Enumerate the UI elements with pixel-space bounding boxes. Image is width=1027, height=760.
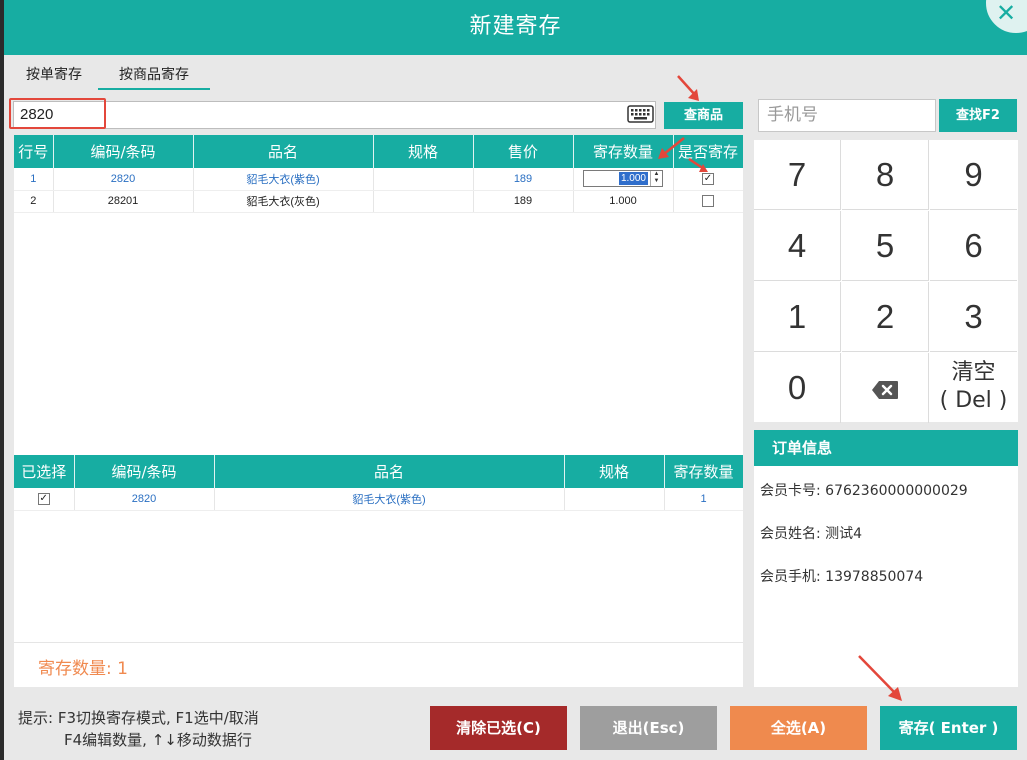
cell-line: 1 xyxy=(14,168,54,191)
dialog-title: 新建寄存 xyxy=(469,14,562,39)
deposit-button[interactable]: 寄存( Enter ) xyxy=(880,706,1017,750)
key-8[interactable]: 8 xyxy=(842,140,929,210)
phone-input[interactable]: 手机号 xyxy=(758,99,936,132)
cell-line: 2 xyxy=(14,190,54,213)
cell-spec xyxy=(564,488,665,511)
key-7[interactable]: 7 xyxy=(754,140,841,210)
cell-code: 2820 xyxy=(74,488,215,511)
deposit-checkbox[interactable]: ✓ xyxy=(702,172,714,185)
cell-name: 貂毛大衣(紫色) xyxy=(193,168,374,191)
member-phone: 会员手机: 13978850074 xyxy=(760,569,924,585)
cell-qty: 1.000 ▲ ▼ xyxy=(573,168,674,191)
query-product-button[interactable]: 查商品 xyxy=(664,102,743,129)
clear-key-label: 清空 xyxy=(951,360,996,385)
key-2[interactable]: 2 xyxy=(842,282,929,352)
key-1[interactable]: 1 xyxy=(754,282,841,352)
close-icon: ✕ xyxy=(996,0,1017,27)
cell-code: 2820 xyxy=(53,168,194,191)
cell-code: 28201 xyxy=(53,190,194,213)
tab-by-product[interactable]: 按商品寄存 xyxy=(98,62,210,90)
backspace-icon xyxy=(872,381,898,400)
product-table: 行号 编码/条码 品名 规格 售价 寄存数量 是否寄存 1 2820 貂毛大衣(… xyxy=(14,135,743,213)
qty-stepper[interactable]: 1.000 ▲ ▼ xyxy=(583,170,663,188)
deposit-total-bar: 寄存数量: 1 xyxy=(14,642,743,687)
deposit-dialog: 新建寄存 ✕ 按单寄存 按商品寄存 2820 查商品 行号 编码/条码 品名 规… xyxy=(4,0,1027,760)
hint-line-1: 提示: F3切换寄存模式, F1选中/取消 xyxy=(18,709,259,727)
order-info-title: 订单信息 xyxy=(754,430,1018,466)
col-qty: 寄存数量 xyxy=(573,135,674,168)
key-6[interactable]: 6 xyxy=(930,211,1017,281)
cell-name: 貂毛大衣(灰色) xyxy=(193,190,374,213)
cell-name: 貂毛大衣(紫色) xyxy=(214,488,565,511)
key-5[interactable]: 5 xyxy=(842,211,929,281)
select-all-button[interactable]: 全选(A) xyxy=(730,706,867,750)
product-search-input[interactable]: 2820 xyxy=(13,101,656,129)
col-name: 品名 xyxy=(193,135,374,168)
spin-arrows-icon[interactable]: ▲ ▼ xyxy=(650,171,662,187)
table-row[interactable]: 2 28201 貂毛大衣(灰色) 189 1.000 xyxy=(14,190,743,213)
annotation-arrow-icon xyxy=(677,75,699,101)
cell-qty[interactable]: 1.000 xyxy=(573,190,674,213)
col-code: 编码/条码 xyxy=(53,135,194,168)
cell-price: 189 xyxy=(473,190,574,213)
cell-deposit-flag: ✓ xyxy=(673,168,743,191)
product-table-header: 行号 编码/条码 品名 规格 售价 寄存数量 是否寄存 xyxy=(14,135,743,168)
col-code: 编码/条码 xyxy=(74,455,215,488)
exit-button[interactable]: 退出(Esc) xyxy=(580,706,717,750)
table-row[interactable]: ✓ 2820 貂毛大衣(紫色) 1 xyxy=(14,488,743,511)
clear-selected-button[interactable]: 清除已选(C) xyxy=(430,706,567,750)
order-info-panel: 订单信息 会员卡号: 6762360000000029 会员姓名: 测试4 会员… xyxy=(754,430,1018,687)
col-spec: 规格 xyxy=(564,455,665,488)
cell-selected: ✓ xyxy=(14,488,75,511)
col-name: 品名 xyxy=(214,455,565,488)
table-row[interactable]: 1 2820 貂毛大衣(紫色) 189 1.000 ▲ ▼ ✓ xyxy=(14,168,743,191)
tab-by-order[interactable]: 按单寄存 xyxy=(14,62,94,90)
qty-value: 1.000 xyxy=(618,172,648,186)
col-spec: 规格 xyxy=(373,135,474,168)
keyboard-icon[interactable] xyxy=(627,104,654,124)
col-selected: 已选择 xyxy=(14,455,75,488)
member-name: 会员姓名: 测试4 xyxy=(760,526,863,542)
col-price: 售价 xyxy=(473,135,574,168)
cell-spec xyxy=(373,190,474,213)
selected-table: 已选择 编码/条码 品名 规格 寄存数量 ✓ 2820 貂毛大衣(紫色) 1 xyxy=(14,455,743,511)
col-deposit-flag: 是否寄存 xyxy=(673,135,743,168)
product-panel: 行号 编码/条码 品名 规格 售价 寄存数量 是否寄存 1 2820 貂毛大衣(… xyxy=(14,135,743,687)
deposit-checkbox[interactable] xyxy=(702,195,714,208)
cell-price: 189 xyxy=(473,168,574,191)
member-card-number: 会员卡号: 6762360000000029 xyxy=(760,483,968,499)
cell-spec xyxy=(373,168,474,191)
key-9[interactable]: 9 xyxy=(930,140,1017,210)
title-bar: 新建寄存 xyxy=(4,0,1027,55)
numeric-keypad: 7 8 9 4 5 6 1 2 3 0 清空 ( Del ) xyxy=(754,140,1018,423)
clear-key[interactable]: 清空 ( Del ) xyxy=(930,353,1017,423)
find-member-button[interactable]: 查找F2 xyxy=(939,99,1017,132)
cell-deposit-flag xyxy=(673,190,743,213)
cell-qty: 1 xyxy=(664,488,743,511)
selected-checkbox[interactable]: ✓ xyxy=(37,492,50,505)
col-line: 行号 xyxy=(14,135,54,168)
selected-table-header: 已选择 编码/条码 品名 规格 寄存数量 xyxy=(14,455,743,488)
key-0[interactable]: 0 xyxy=(754,353,841,423)
shortcut-hint: 提示: F3切换寄存模式, F1选中/取消 F4编辑数量, ↑↓移动数据行 xyxy=(18,707,259,751)
clear-key-shortcut: ( Del ) xyxy=(939,388,1008,413)
key-4[interactable]: 4 xyxy=(754,211,841,281)
col-qty: 寄存数量 xyxy=(664,455,743,488)
backspace-key[interactable] xyxy=(842,353,929,423)
deposit-total: 寄存数量: 1 xyxy=(38,659,128,679)
key-3[interactable]: 3 xyxy=(930,282,1017,352)
hint-line-2: F4编辑数量, ↑↓移动数据行 xyxy=(64,731,252,749)
